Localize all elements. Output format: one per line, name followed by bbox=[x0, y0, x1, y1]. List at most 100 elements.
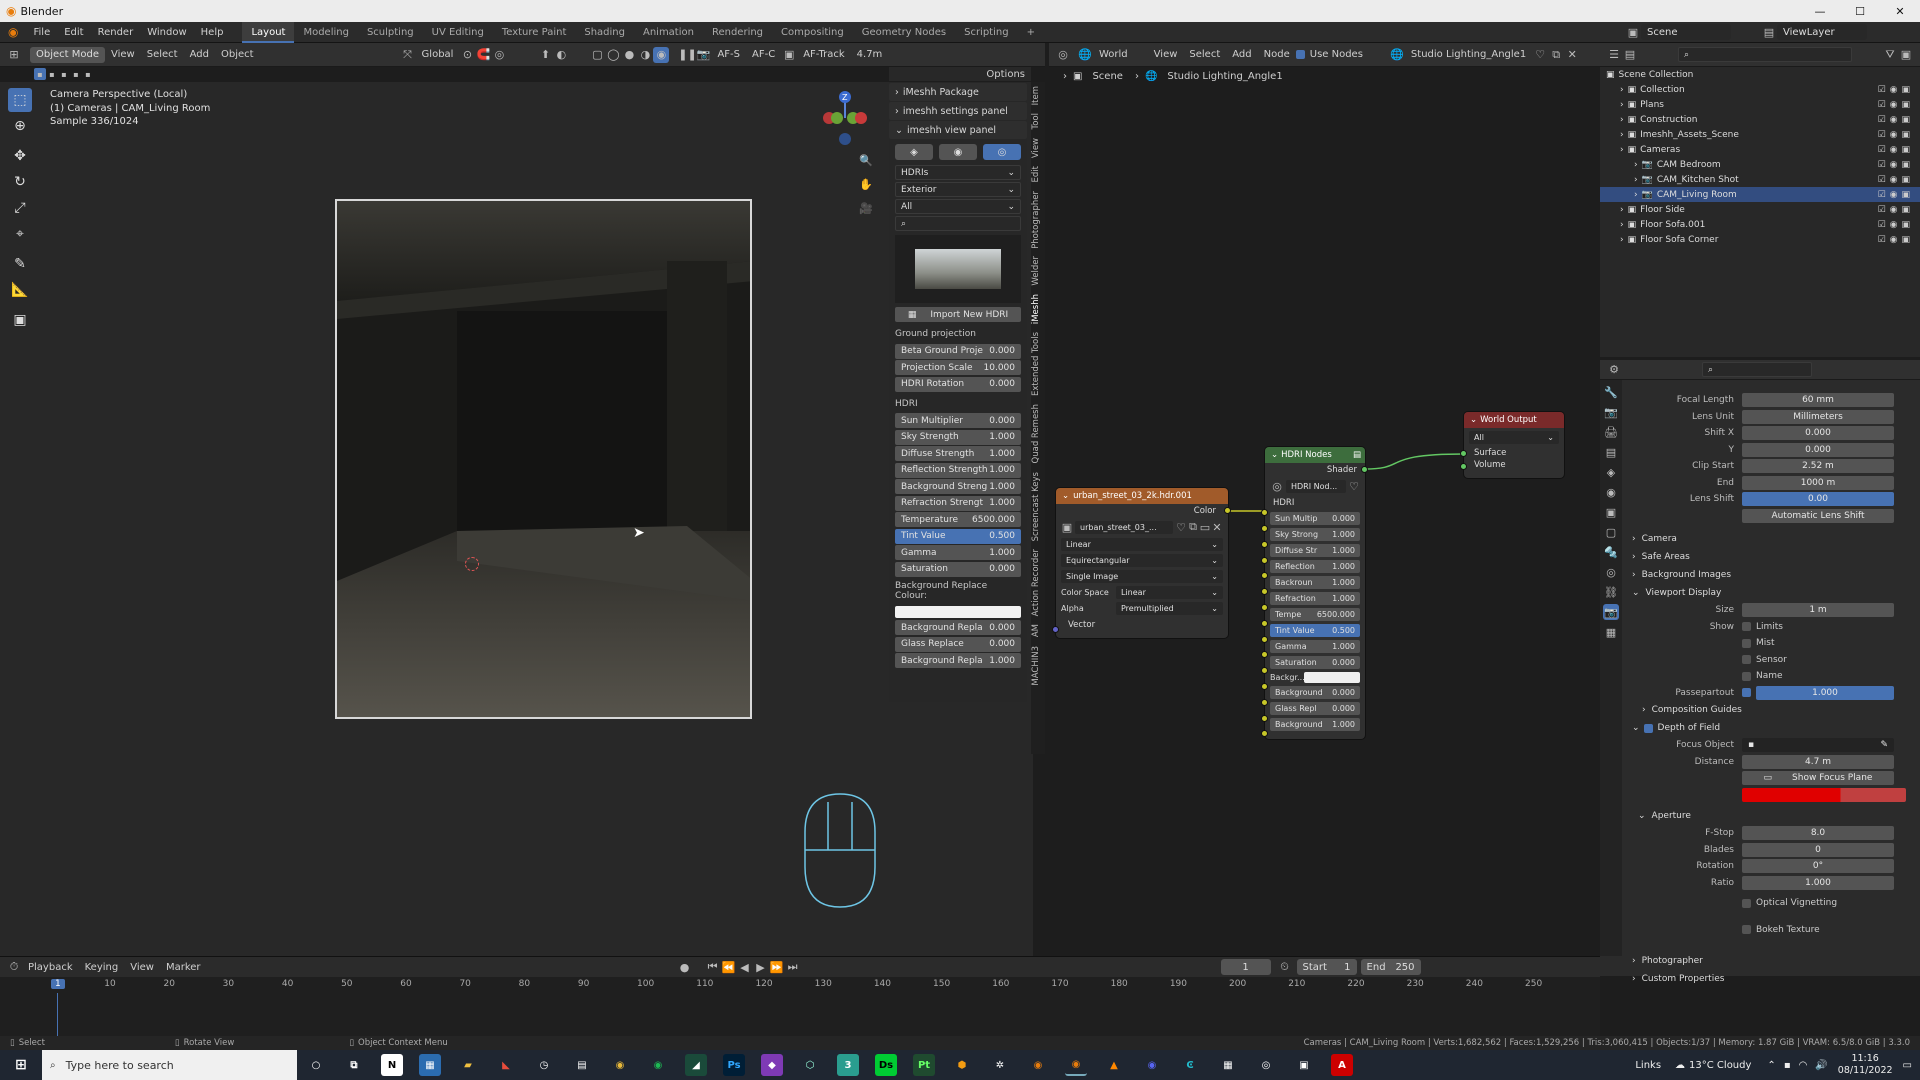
tray-expand-icon[interactable]: ⌃ bbox=[1767, 1060, 1775, 1071]
shader-type-selector[interactable]: World bbox=[1093, 49, 1134, 60]
cursor-tool-icon[interactable]: ⊕ bbox=[8, 114, 32, 138]
prop-end-field[interactable]: 1000 m bbox=[1742, 475, 1894, 490]
proportional-edit-icon[interactable]: ◎ bbox=[491, 47, 507, 63]
visibility-toggles-icon[interactable]: ☑◉▣ bbox=[1878, 205, 1914, 215]
viewport-menu-object[interactable]: Object bbox=[215, 49, 260, 60]
outliner-item[interactable]: › ▣ Plans ☑◉▣ bbox=[1600, 97, 1920, 112]
node-menu-add[interactable]: Add bbox=[1226, 49, 1257, 60]
imeshh-package-header[interactable]: › iMeshh Package bbox=[889, 83, 1027, 101]
tab-geometry-nodes[interactable]: Geometry Nodes bbox=[853, 22, 955, 43]
image-icon[interactable]: ▣ bbox=[1061, 519, 1073, 535]
volume-input-socket[interactable] bbox=[1460, 463, 1467, 470]
node-editor[interactable]: › ▣ Scene › 🌐 Studio Lighting_Angle1 ⌄ ur… bbox=[1049, 67, 1600, 956]
monitor-app-icon[interactable]: ▣ bbox=[1293, 1054, 1315, 1076]
measure-tool-icon[interactable]: 📐 bbox=[8, 278, 32, 302]
hdri-field-6[interactable]: Temperature 6500.000 bbox=[895, 512, 1021, 527]
tray-apps-icon[interactable]: ▪ bbox=[1784, 1060, 1791, 1071]
hdri-tab-icon[interactable]: ◎ bbox=[983, 144, 1021, 160]
hdri-field-1[interactable]: Sky Strength 1.000 bbox=[895, 429, 1021, 445]
duplicate-icon[interactable]: ⧉ bbox=[1187, 519, 1199, 535]
prop-clip-start-field[interactable]: 2.52 m bbox=[1742, 459, 1894, 474]
tab-shading[interactable]: Shading bbox=[575, 22, 634, 43]
node-menu-select[interactable]: Select bbox=[1183, 49, 1226, 60]
close-button[interactable]: ✕ bbox=[1880, 5, 1920, 18]
start-frame-field[interactable]: Start 1 bbox=[1296, 959, 1357, 975]
import-hdri-button[interactable]: ▦ Import New HDRI bbox=[895, 307, 1021, 322]
settings-app-icon[interactable]: ✲ bbox=[989, 1054, 1011, 1076]
menu-edit[interactable]: Edit bbox=[57, 27, 90, 38]
annotate-tool-icon[interactable]: ✎ bbox=[8, 252, 32, 276]
group-backgr-color-swatch[interactable] bbox=[1304, 672, 1360, 683]
imeshh-view-header[interactable]: ⌄ imeshh view panel bbox=[889, 121, 1027, 139]
timeline-ruler[interactable]: 1 10 20 30 40 50 60 70 80 90 100 110 120 130 140 150 160… bbox=[0, 979, 1600, 993]
expand-chevron-icon[interactable]: › bbox=[1634, 160, 1638, 170]
substance-icon[interactable]: ◢ bbox=[685, 1054, 707, 1076]
maximize-button[interactable]: ☐ bbox=[1840, 5, 1880, 18]
node-menu-view[interactable]: View bbox=[1148, 49, 1184, 60]
size-field[interactable]: 1 m bbox=[1742, 603, 1894, 618]
aperture-blades-field[interactable]: 0 bbox=[1742, 842, 1894, 857]
group-field-1[interactable]: Sky Strong 1.000 bbox=[1270, 528, 1360, 541]
subcategory-dropdown[interactable]: Exterior ⌄ bbox=[895, 182, 1021, 197]
photographer-section[interactable]: › Photographer bbox=[1624, 952, 1920, 970]
passepartout-field[interactable]: 1.000 bbox=[1756, 685, 1894, 700]
select-box-tool-icon[interactable]: ⬚ bbox=[8, 88, 32, 112]
group-field-9[interactable]: Saturation 0.000 bbox=[1270, 656, 1360, 669]
environment-texture-node[interactable]: ⌄ urban_street_03_2k.hdr.001 Color ▣ urba… bbox=[1052, 488, 1231, 638]
show-sensor-checkbox[interactable] bbox=[1742, 655, 1751, 665]
sidebar-tab-photographer[interactable]: Photographer bbox=[1031, 187, 1041, 253]
timeline-menu-playback[interactable]: Playback bbox=[22, 962, 79, 973]
show-mist-checkbox[interactable] bbox=[1742, 638, 1751, 648]
tab-uv-editing[interactable]: UV Editing bbox=[423, 22, 493, 43]
output-target-dropdown[interactable]: All ⌄ bbox=[1469, 431, 1559, 444]
obs-icon[interactable]: ◎ bbox=[1255, 1054, 1277, 1076]
select-new-icon[interactable]: ▪ bbox=[34, 68, 46, 80]
dof-section[interactable]: ⌄ Depth of Field bbox=[1624, 719, 1920, 737]
af-track-button[interactable]: AF-Track bbox=[797, 49, 850, 60]
scene-tab-icon[interactable]: ◈ bbox=[1603, 464, 1619, 480]
shading-rendered-icon[interactable]: ◉ bbox=[653, 46, 670, 63]
imeshh-settings-header[interactable]: › imeshh settings panel bbox=[889, 102, 1027, 120]
menu-window[interactable]: Window bbox=[140, 27, 193, 38]
group-field-8[interactable]: Gamma 1.000 bbox=[1270, 640, 1360, 653]
bg-field-2[interactable]: Background Repla 1.000 bbox=[895, 653, 1021, 668]
custom-properties-section[interactable]: › Custom Properties bbox=[1624, 970, 1920, 988]
scale-tool-icon[interactable]: ⤢ bbox=[8, 196, 32, 220]
bokeh-texture-checkbox[interactable] bbox=[1742, 925, 1751, 935]
camera-view-icon[interactable]: 🎥 bbox=[858, 200, 874, 216]
group-input-socket[interactable] bbox=[1261, 714, 1268, 722]
jump-start-icon[interactable]: ⏮ bbox=[705, 959, 721, 975]
snap-icon[interactable]: 🧲 bbox=[475, 47, 491, 63]
unlink-icon[interactable]: ✕ bbox=[1564, 47, 1580, 63]
calculator-icon[interactable]: ▤ bbox=[571, 1054, 593, 1076]
interpolation-dropdown[interactable]: Linear ⌄ bbox=[1061, 538, 1223, 551]
folder-icon[interactable]: ▭ bbox=[1199, 519, 1211, 535]
windows-start-icon[interactable]: ⊞ bbox=[10, 1054, 32, 1076]
hdri-field-3[interactable]: Reflection Strength 1.000 bbox=[895, 462, 1021, 478]
acrobat-icon[interactable]: A bbox=[1331, 1054, 1353, 1076]
play-reverse-icon[interactable]: ◀ bbox=[737, 959, 753, 975]
new-collection-icon[interactable]: ▣ bbox=[1898, 47, 1914, 63]
node-tree-icon[interactable]: ◎ bbox=[1270, 478, 1284, 494]
world-datablock-name[interactable]: Studio Lighting_Angle1 bbox=[1405, 49, 1532, 60]
section-safe-areas[interactable]: › Safe Areas bbox=[1624, 548, 1920, 566]
group-input-socket[interactable] bbox=[1261, 730, 1268, 738]
group-bg-field-1[interactable]: Glass Repl 0.000 bbox=[1270, 702, 1360, 715]
modifier-tab-icon[interactable]: 🔩 bbox=[1603, 544, 1619, 560]
expand-chevron-icon[interactable]: › bbox=[1620, 130, 1624, 140]
wifi-icon[interactable]: ◠ bbox=[1799, 1060, 1808, 1071]
visibility-toggles-icon[interactable]: ☑◉▣ bbox=[1878, 130, 1914, 140]
viewport-menu-add[interactable]: Add bbox=[184, 49, 215, 60]
group-input-socket[interactable] bbox=[1261, 604, 1268, 611]
aperture-rotation-field[interactable]: 0° bbox=[1742, 859, 1894, 874]
object-tab-icon[interactable]: ▢ bbox=[1603, 524, 1619, 540]
fake-user-icon[interactable]: ♡ bbox=[1348, 478, 1360, 494]
blender-menu-icon[interactable]: ◉ bbox=[0, 25, 26, 39]
tab-rendering[interactable]: Rendering bbox=[703, 22, 772, 43]
group-nodetree-name[interactable]: HDRI Nod... bbox=[1286, 479, 1346, 493]
hdri-field-9[interactable]: Saturation 0.000 bbox=[895, 561, 1021, 577]
sidebar-tab-action-recorder[interactable]: Action Recorder bbox=[1031, 545, 1041, 620]
outliner-item[interactable]: › 📷 CAM_Kitchen Shot ☑◉▣ bbox=[1600, 172, 1920, 187]
ground-field-0[interactable]: Beta Ground Proje 0.000 bbox=[895, 343, 1021, 359]
env-node-header[interactable]: ⌄ urban_street_03_2k.hdr.001 bbox=[1056, 488, 1228, 504]
